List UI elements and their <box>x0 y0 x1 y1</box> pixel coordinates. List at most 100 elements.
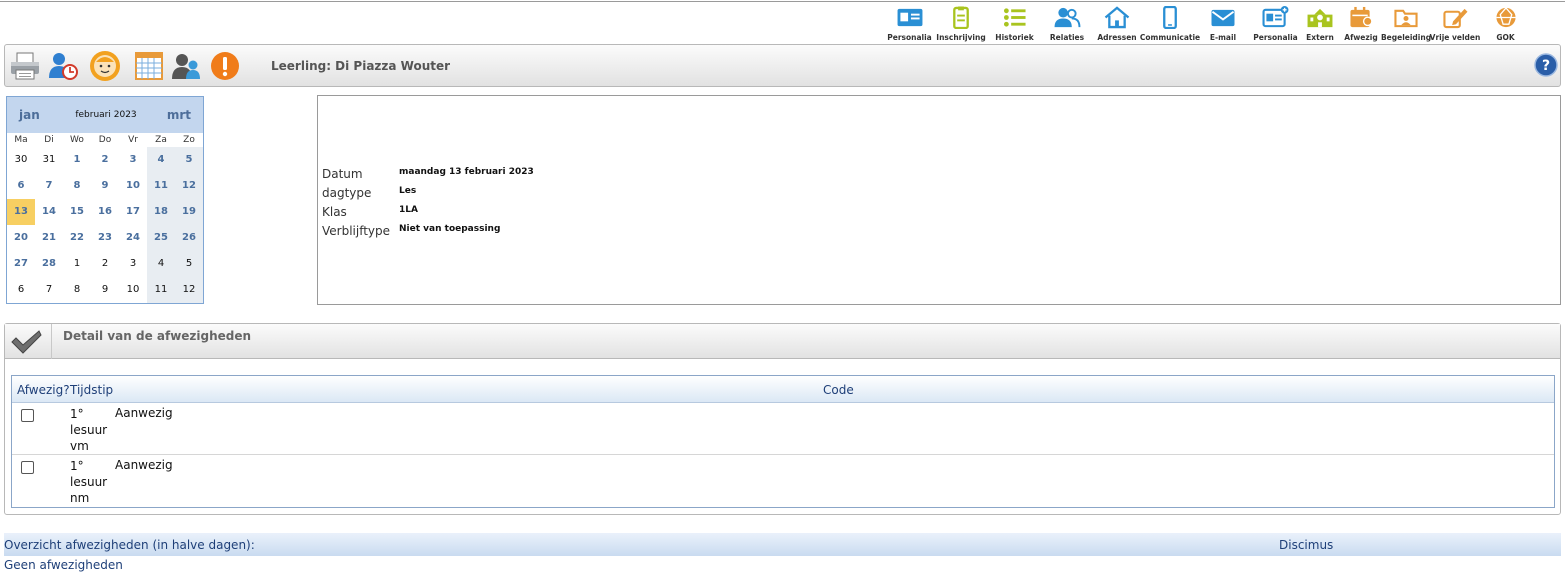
calendar-day[interactable]: 11 <box>147 173 175 199</box>
nav-personalia[interactable]: Personalia <box>884 4 935 42</box>
calendar-day[interactable]: 12 <box>175 277 203 303</box>
detail-header: Detail van de afwezigheden <box>5 324 1560 359</box>
nav-adressen[interactable]: Adressen <box>1092 4 1142 42</box>
calendar-day[interactable]: 10 <box>119 173 147 199</box>
calendar-day[interactable]: 20 <box>7 225 35 251</box>
id-card-icon <box>897 8 922 27</box>
column-header-absent: Afwezig? <box>17 383 70 397</box>
weekday-header: Ma <box>14 135 28 145</box>
calendar-header: jan februari 2023 mrt <box>7 97 203 133</box>
calendar-day[interactable]: 25 <box>147 225 175 251</box>
calendar-day[interactable]: 30 <box>7 147 35 173</box>
info-value: maandag 13 februari 2023 <box>399 167 534 177</box>
nav-communicatie[interactable]: Communicatie <box>1140 4 1200 42</box>
absence-detail-panel: Detail van de afwezigheden Afwezig? Tijd… <box>4 323 1561 515</box>
warning-icon[interactable] <box>209 50 241 82</box>
nav-email[interactable]: E-mail <box>1198 4 1248 42</box>
people-icon <box>1054 7 1081 28</box>
absence-table: Afwezig? Tijdstip Code 1° lesuur vm Aanw… <box>11 375 1555 508</box>
calendar-day[interactable]: 9 <box>91 277 119 303</box>
globe-icon <box>1495 6 1516 28</box>
envelope-icon <box>1211 9 1235 27</box>
calendar-day[interactable]: 16 <box>91 199 119 225</box>
folder-person-icon <box>1394 9 1418 28</box>
calendar-day[interactable]: 19 <box>175 199 203 225</box>
info-value: Niet van toepassing <box>399 224 501 234</box>
calendar-day[interactable]: 1 <box>63 147 91 173</box>
calendar-day[interactable]: 2 <box>91 147 119 173</box>
calendar-day[interactable]: 3 <box>119 251 147 277</box>
weekday-header: Di <box>44 135 54 145</box>
calendar-day[interactable]: 8 <box>63 173 91 199</box>
users-icon[interactable] <box>171 50 203 82</box>
calendar-day[interactable]: 7 <box>35 277 63 303</box>
calendar-day[interactable]: 15 <box>63 199 91 225</box>
help-icon[interactable]: ? <box>1534 53 1558 77</box>
calendar-day[interactable]: 4 <box>147 251 175 277</box>
calendar-day[interactable]: 24 <box>119 225 147 251</box>
calendar-day[interactable]: 12 <box>175 173 203 199</box>
calendar-day[interactable]: 1 <box>63 251 91 277</box>
printer-icon[interactable] <box>9 50 41 82</box>
day-info-panel: Datum maandag 13 februari 2023 dagtype L… <box>317 95 1561 305</box>
calendar-day[interactable]: 9 <box>91 173 119 199</box>
calendar-day[interactable]: 7 <box>35 173 63 199</box>
calendar-day[interactable]: 5 <box>175 251 203 277</box>
calendar-day[interactable]: 5 <box>175 147 203 173</box>
calendar-day[interactable]: 2 <box>91 251 119 277</box>
calendar-day[interactable]: 8 <box>63 277 91 303</box>
nav-relaties[interactable]: Relaties <box>1042 4 1092 42</box>
calendar-day[interactable]: 22 <box>63 225 91 251</box>
calendar-grid: Ma Di Wo Do Vr Za Zo 30 31 1 2 3 4 5 6 7 8 9 10 11 12 13 14 15 1… <box>7 133 203 303</box>
calendar-day[interactable]: 4 <box>147 147 175 173</box>
next-month-link[interactable]: mrt <box>167 108 191 122</box>
nav-personalia-extra[interactable]: Personalia <box>1248 4 1303 42</box>
weekday-header: Za <box>155 135 167 145</box>
user-clock-icon[interactable] <box>47 50 79 82</box>
time-cell: 1° lesuur nm <box>70 459 108 505</box>
nav-label: Begeleiding <box>1380 33 1432 42</box>
checkmark-icon <box>11 330 42 354</box>
calendar-day[interactable]: 21 <box>35 225 63 251</box>
calendar-day[interactable]: 18 <box>147 199 175 225</box>
calendar-day[interactable]: 28 <box>35 251 63 277</box>
info-value: Les <box>399 186 417 196</box>
detail-title: Detail van de afwezigheden <box>63 329 252 343</box>
table-header: Afwezig? Tijdstip Code <box>12 376 1554 403</box>
calendar-day[interactable]: 6 <box>7 277 35 303</box>
weekday-header: Zo <box>183 135 195 145</box>
calendar-day[interactable]: 14 <box>35 199 63 225</box>
calendar-day[interactable]: 10 <box>119 277 147 303</box>
nav-historiek[interactable]: Historiek <box>987 4 1042 42</box>
nav-label: Afwezig <box>1344 33 1378 42</box>
info-label: Datum <box>322 167 363 181</box>
calendar-day[interactable]: 27 <box>7 251 35 277</box>
absent-checkbox[interactable] <box>21 409 34 422</box>
calendar-day[interactable]: 17 <box>119 199 147 225</box>
calendar-day[interactable]: 11 <box>147 277 175 303</box>
calendar-grid-icon[interactable] <box>133 50 165 82</box>
nav-label: GOK <box>1496 33 1515 42</box>
nav-inschrijving[interactable]: Inschrijving <box>935 4 987 42</box>
absent-checkbox[interactable] <box>21 461 34 474</box>
nav-extern[interactable]: Extern <box>1303 4 1337 42</box>
calendar-day[interactable]: 26 <box>175 225 203 251</box>
nav-afwezig[interactable]: Afwezig <box>1337 4 1385 42</box>
info-value: 1LA <box>399 205 418 215</box>
nav-label: Adressen <box>1097 33 1137 42</box>
calendar-day[interactable]: 6 <box>7 173 35 199</box>
calendar-day[interactable]: 31 <box>35 147 63 173</box>
info-label: Verblijftype <box>322 224 391 238</box>
nav-begeleiding[interactable]: Begeleiding <box>1381 4 1431 42</box>
calendar-day[interactable]: 23 <box>91 225 119 251</box>
calendar-day[interactable]: 3 <box>119 147 147 173</box>
nav-vrije-velden[interactable]: Vrije velden <box>1427 4 1483 42</box>
table-row: 1° lesuur vm Aanwezig <box>12 403 1554 455</box>
calendar-day-selected[interactable]: 13 <box>7 199 35 225</box>
child-face-icon[interactable] <box>89 50 121 82</box>
nav-label: E-mail <box>1209 33 1237 42</box>
house-icon <box>1104 6 1130 29</box>
overview-source: Discimus <box>1279 538 1334 552</box>
svg-text:?: ? <box>1542 58 1550 74</box>
nav-gok[interactable]: GOK <box>1483 4 1528 42</box>
